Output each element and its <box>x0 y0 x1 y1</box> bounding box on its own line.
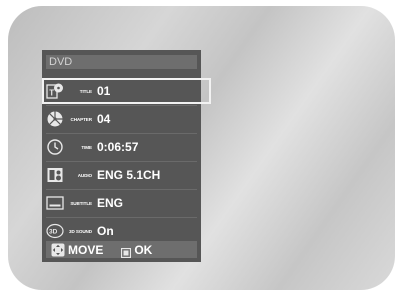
menu-row-chapter[interactable]: CHAPTER 04 <box>42 106 201 132</box>
menu-row-time[interactable]: TIME 0:06:57 <box>42 134 201 160</box>
menu-footer: MOVE OK <box>46 241 197 258</box>
svg-text:3D: 3D <box>49 229 58 236</box>
enter-icon <box>121 245 132 258</box>
3d-sound-icon: 3D <box>46 222 64 240</box>
menu-row-label: TIME <box>81 144 92 150</box>
move-label: MOVE <box>68 242 104 257</box>
ok-label: OK <box>134 242 153 257</box>
audio-icon <box>46 166 64 184</box>
menu-row-audio[interactable]: AUDIO ENG 5.1CH <box>42 162 201 188</box>
menu-row-title[interactable]: T TITLE 01 <box>42 78 211 104</box>
svg-text:T: T <box>49 89 54 98</box>
menu-row-label: 3D SOUND <box>69 228 92 234</box>
time-icon <box>46 138 64 156</box>
menu-row-subtitle[interactable]: SUBTITLE ENG <box>42 190 201 216</box>
menu-row-value: On <box>97 224 114 238</box>
subtitle-icon <box>46 194 64 212</box>
menu-row-value: 04 <box>97 112 111 126</box>
menu-row-value: 0:06:57 <box>97 140 139 154</box>
chapter-icon <box>46 110 64 128</box>
menu-row-label: TITLE <box>79 88 92 94</box>
menu-row-label: SUBTITLE <box>70 200 92 206</box>
dvd-info-menu: DVD T TITLE 01 CHAPTER 04 TIME 0:06:57 A… <box>42 50 211 262</box>
menu-row-label: CHAPTER <box>70 116 92 122</box>
menu-row-value: ENG <box>97 196 124 210</box>
title-icon: T <box>46 82 64 100</box>
menu-header: DVD <box>46 55 197 69</box>
move-arrows-icon <box>51 243 65 257</box>
menu-row-value: ENG 5.1CH <box>97 168 161 182</box>
menu-row-value: 01 <box>97 84 111 98</box>
menu-row-label: AUDIO <box>77 172 92 178</box>
tv-screen: DVD T TITLE 01 CHAPTER 04 TIME 0:06:57 A… <box>8 6 395 290</box>
